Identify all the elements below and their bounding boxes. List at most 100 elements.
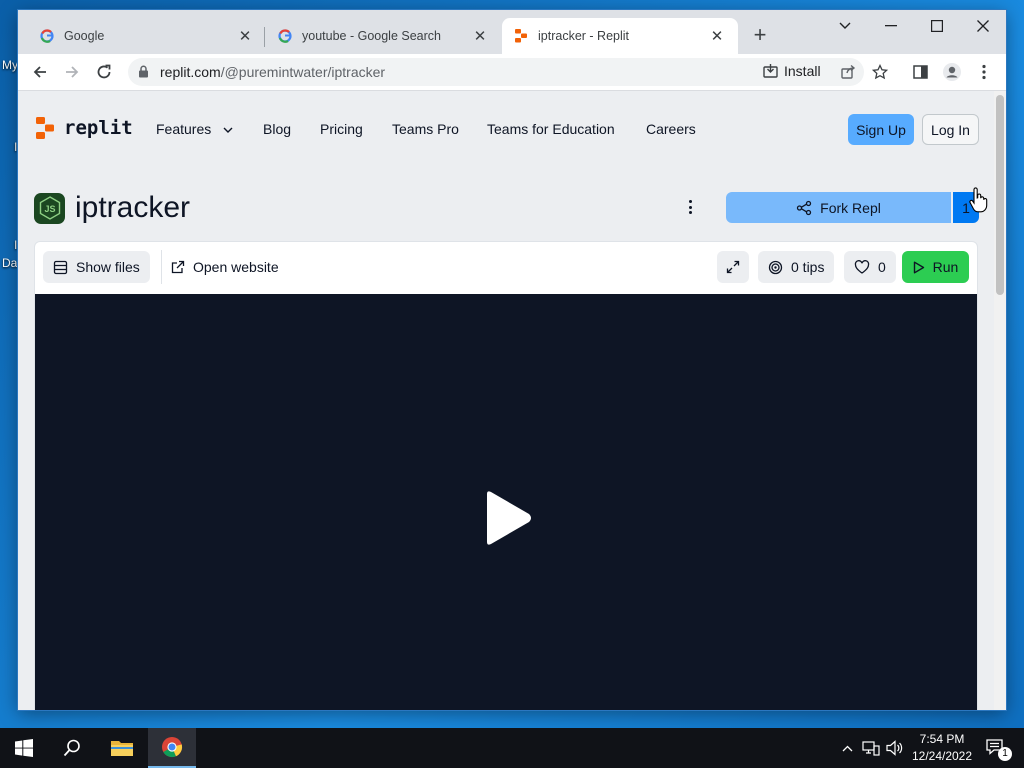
like-button[interactable]: 0 [844,251,896,283]
run-label: Run [932,259,959,275]
windows-taskbar: 7:54 PM 12/24/2022 1 [0,728,1024,768]
replit-icon [514,29,528,43]
nav-blog[interactable]: Blog [263,121,291,137]
hand-cursor-icon [969,187,988,213]
install-app-button[interactable]: Install [763,63,821,79]
sign-up-button[interactable]: Sign Up [848,114,914,145]
browser-window: Google ✕ youtube - Google Search ✕ iptra… [18,10,1006,710]
network-icon[interactable] [860,728,882,768]
desktop-icon-label[interactable]: I [14,140,17,154]
url-path: /@puremintwater/iptracker [220,64,386,80]
run-button[interactable]: Run [902,251,969,283]
repl-options-icon[interactable] [683,197,697,217]
lock-icon[interactable] [138,65,149,83]
chevron-up-icon[interactable] [838,728,856,768]
profile-avatar-icon[interactable] [938,58,966,86]
tab-title: youtube - Google Search [302,29,441,43]
replit-logo[interactable]: replit [36,117,133,139]
notification-center-button[interactable]: 1 [982,728,1012,768]
open-website-button[interactable]: Open website [161,251,289,283]
external-link-icon [171,260,185,274]
fork-repl-label: Fork Repl [820,199,881,216]
tab-search-icon[interactable] [822,10,868,42]
tab-strip: Google ✕ youtube - Google Search ✕ iptra… [18,10,1006,54]
page-content: replit Features Blog Pricing Teams Pro T… [18,91,1006,710]
maximize-icon[interactable] [914,10,960,42]
new-tab-button[interactable]: + [748,24,772,48]
chevron-down-icon [223,127,233,134]
repl-output-preview[interactable] [35,294,977,710]
desktop-icon-label[interactable]: My [2,58,18,72]
desktop-icon-label[interactable]: I [14,238,17,252]
volume-icon[interactable] [884,728,906,768]
side-panel-icon[interactable] [906,58,934,86]
expand-icon [726,260,740,274]
tab-iptracker[interactable]: iptracker - Replit ✕ [502,18,738,54]
tab-divider [264,27,265,47]
repl-title: iptracker [75,191,191,224]
nodejs-icon: JS [34,192,65,224]
nav-features-label: Features [156,121,212,137]
cycles-icon [768,260,783,274]
logo-text: replit [64,117,133,139]
open-website-label: Open website [193,259,279,275]
minimize-icon[interactable] [868,10,914,42]
share-icon[interactable] [834,58,862,86]
repl-panel-toolbar: Show files Open website 0 tips 0 Run [35,242,977,294]
close-icon[interactable]: ✕ [236,27,254,45]
tab-title: Google [64,29,105,43]
show-files-button[interactable]: Show files [43,251,150,283]
page-scrollbar[interactable] [994,91,1006,710]
tab-youtube-search[interactable]: youtube - Google Search ✕ [266,18,501,54]
reload-icon[interactable] [90,58,118,86]
replit-logo-icon [36,117,54,139]
google-icon [278,29,292,43]
clock-time: 7:54 PM [919,732,965,746]
url-text: replit.com/@puremintwater/iptracker [160,64,385,80]
folder-icon [111,741,133,756]
forward-icon[interactable] [58,58,86,86]
fullscreen-button[interactable] [717,251,749,283]
heart-icon [854,260,870,274]
nav-pricing[interactable]: Pricing [320,121,363,137]
close-icon[interactable]: ✕ [708,27,726,45]
install-label: Install [784,63,821,79]
google-icon [40,29,54,43]
repl-panel: Show files Open website 0 tips 0 Run [34,241,978,710]
clock-date: 12/24/2022 [911,749,973,763]
tips-label: 0 tips [791,259,825,275]
search-icon [63,739,80,757]
browser-toolbar: replit.com/@puremintwater/iptracker Inst… [18,54,1006,91]
back-icon[interactable] [26,58,54,86]
desktop-icon-label[interactable]: Da [2,256,17,270]
bookmark-star-icon[interactable] [866,58,894,86]
play-icon[interactable] [483,490,533,546]
start-button[interactable] [0,728,48,768]
url-host: replit.com [160,64,221,80]
system-clock[interactable]: 7:54 PM 12/24/2022 [904,731,980,765]
chrome-icon [162,737,183,758]
close-icon[interactable]: ✕ [471,27,489,45]
nav-features[interactable]: Features [156,121,233,137]
windows-logo-icon [15,739,33,757]
menu-kebab-icon[interactable] [970,58,998,86]
file-explorer-button[interactable] [98,728,146,768]
chrome-taskbar-button[interactable] [148,728,196,768]
log-in-button[interactable]: Log In [922,114,979,145]
fork-icon [797,200,812,215]
files-icon [53,260,68,274]
tips-button[interactable]: 0 tips [758,251,835,283]
search-button[interactable] [48,728,96,768]
notification-badge: 1 [998,747,1012,761]
nav-careers[interactable]: Careers [646,121,696,137]
nav-teams-for-education[interactable]: Teams for Education [487,121,615,137]
scrollbar-thumb[interactable] [996,95,1004,295]
fork-repl-button[interactable]: Fork Repl [726,192,951,223]
svg-text:JS: JS [44,204,55,214]
nav-teams-pro[interactable]: Teams Pro [392,121,459,137]
play-icon [913,261,924,273]
tab-title: iptracker - Replit [538,29,629,43]
close-window-icon[interactable] [960,10,1006,42]
tab-google[interactable]: Google ✕ [28,18,266,54]
address-bar[interactable]: replit.com/@puremintwater/iptracker Inst… [128,58,864,86]
